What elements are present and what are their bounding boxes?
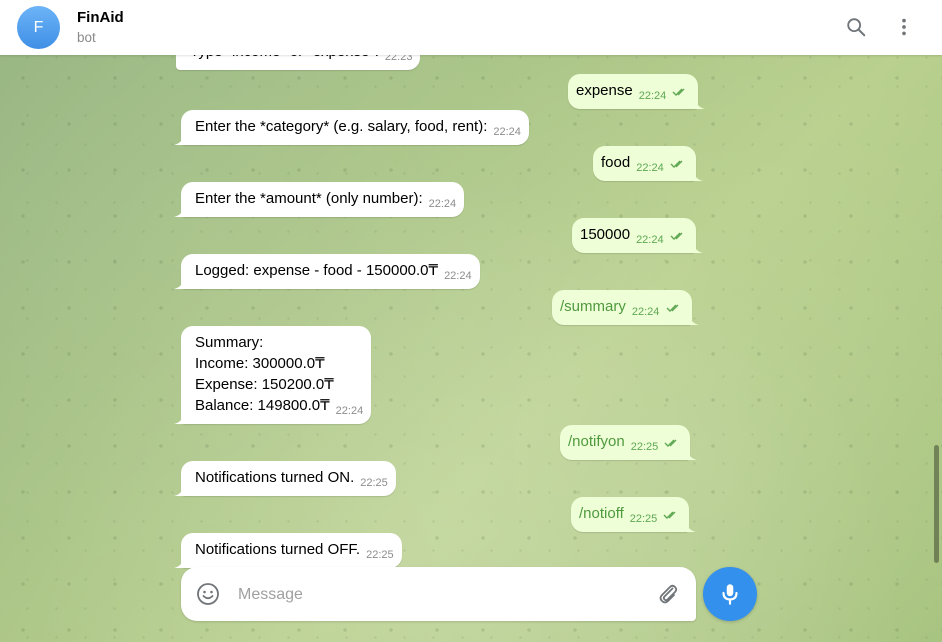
more-vertical-icon (902, 18, 906, 36)
bubble-tail (695, 97, 706, 109)
message-outgoing: 150000 22:24 (572, 218, 703, 253)
bubble-tail (174, 205, 184, 217)
bubble-tail (692, 169, 703, 181)
message-time: 22:24 (493, 126, 521, 138)
message-incoming: Notifications turned OFF. 22:25 (174, 533, 402, 568)
search-button[interactable] (843, 14, 869, 40)
microphone-icon (722, 584, 738, 605)
message-outgoing: expense 22:24 (568, 74, 706, 109)
message-text: 150000 (580, 226, 631, 243)
message-text: Logged: expense - food - 150000.0₸ (195, 262, 439, 279)
bubble-tail (174, 556, 184, 568)
message-input[interactable] (236, 579, 640, 611)
message-text: Enter the *amount* (only number): (195, 190, 423, 207)
more-menu-button[interactable] (891, 14, 917, 40)
message-time: 22:24 (631, 306, 660, 318)
read-checkmarks-icon (670, 160, 683, 169)
smiley-icon (197, 583, 219, 605)
avatar[interactable]: F (17, 6, 60, 49)
read-checkmarks-icon (664, 439, 677, 448)
message-incoming: Logged: expense - food - 150000.0₸ 22:24 (174, 254, 480, 289)
chat-header: F FinAid bot (0, 0, 942, 55)
message-text: Notifications turned OFF. (195, 541, 361, 558)
bubble-tail (174, 277, 184, 289)
message-line: Expense: 150200.0₸ (195, 376, 334, 393)
message-time: 22:24 (636, 234, 664, 246)
message-time: 22:24 (636, 162, 664, 174)
chat-scrollbar[interactable] (934, 445, 939, 563)
bubble-tail (686, 520, 697, 532)
message-incoming: Enter the *category* (e.g. salary, food,… (174, 110, 529, 145)
message-time: 22:24 (638, 90, 667, 102)
message-text: Enter the *category* (e.g. salary, food,… (195, 118, 488, 135)
message-line: Summary: (195, 334, 264, 351)
message-time: 22:25 (366, 549, 394, 561)
message-outgoing: food 22:24 (593, 146, 703, 181)
message-incoming: Summary: Income: 300000.0₸ Expense: 1502… (174, 326, 372, 424)
message-time: 22:24 (335, 405, 364, 417)
message-text: Notifications turned ON. (195, 469, 355, 486)
message-incoming: Notifications turned ON. 22:25 (174, 461, 396, 496)
message-text: food (601, 154, 631, 171)
bubble-tail (687, 448, 698, 460)
message-outgoing: /notioff 22:25 (571, 497, 697, 532)
voice-message-button[interactable] (703, 567, 757, 621)
read-checkmarks-icon (672, 88, 685, 97)
attach-button[interactable] (656, 582, 680, 606)
read-checkmarks-icon (663, 511, 676, 520)
bot-command-link[interactable]: /notioff (579, 505, 624, 522)
message-incoming: Enter the *amount* (only number): 22:24 (174, 182, 465, 217)
read-checkmarks-icon (666, 304, 679, 313)
message-time: 22:24 (428, 198, 457, 210)
bot-command-link[interactable]: /notifyon (568, 433, 625, 450)
bubble-tail (688, 313, 699, 325)
message-line: Income: 300000.0₸ (195, 355, 325, 372)
message-time: 22:25 (629, 513, 658, 525)
message-time: 22:24 (444, 270, 472, 282)
chat-subtitle: bot (77, 30, 96, 45)
message-time: 22:25 (630, 441, 659, 453)
bubble-tail (174, 484, 184, 496)
bubble-tail (174, 133, 184, 145)
message-outgoing: /summary 22:24 (552, 290, 699, 325)
emoji-button[interactable] (196, 582, 220, 606)
message-composer (181, 567, 696, 621)
bubble-tail (692, 241, 703, 253)
message-outgoing: /notifyon 22:25 (560, 425, 698, 460)
search-icon (847, 18, 866, 37)
message-text: expense (576, 82, 633, 99)
chat-title[interactable]: FinAid (77, 9, 124, 26)
read-checkmarks-icon (670, 232, 683, 241)
message-line: Balance: 149800.0₸ (195, 397, 330, 414)
bot-command-link[interactable]: /summary (560, 298, 626, 315)
message-time: 22:25 (360, 477, 388, 489)
paperclip-icon (659, 584, 678, 604)
bubble-tail (174, 412, 184, 424)
